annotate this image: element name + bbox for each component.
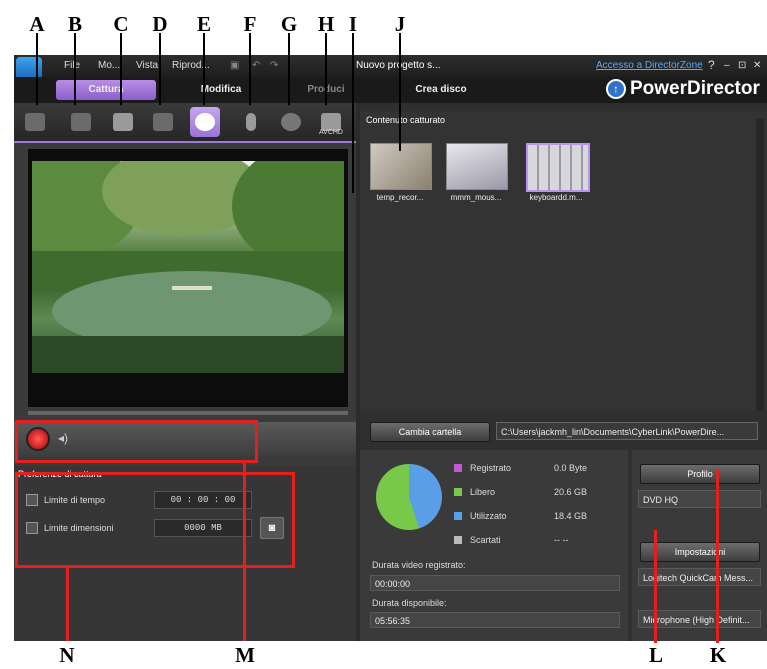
save-icon[interactable]: ▣ bbox=[230, 60, 239, 71]
change-folder-button[interactable]: Cambia cartella bbox=[370, 422, 490, 442]
dv-camcorder-icon bbox=[25, 113, 45, 131]
help-button[interactable]: ? bbox=[708, 58, 715, 72]
dv-camcorder-button[interactable] bbox=[20, 107, 50, 137]
profile-button[interactable]: Profilo bbox=[640, 464, 760, 484]
legend-recorded-value: 0.0 Byte bbox=[554, 463, 588, 473]
legend-used-label: Utilizzato bbox=[470, 511, 507, 521]
profile-value[interactable]: DVD HQ bbox=[638, 490, 761, 508]
callout-line-i bbox=[352, 33, 354, 193]
recorded-duration-label: Durata video registrato: bbox=[372, 560, 466, 570]
callout-line-n bbox=[66, 566, 69, 641]
callout-line-d bbox=[159, 33, 161, 105]
callout-line-g bbox=[288, 33, 290, 105]
legend-used-value: 18.4 GB bbox=[554, 511, 588, 521]
legend-free-label: Libero bbox=[470, 487, 496, 497]
available-duration-label: Durata disponibile: bbox=[372, 598, 447, 608]
captured-content-title: Contenuto catturato bbox=[366, 115, 446, 125]
menu-bar: File Mo... Vista Riprod... ▣ ↶ ↷ Nuovo p… bbox=[14, 55, 767, 77]
tv-capture-button[interactable] bbox=[108, 107, 138, 137]
cd-icon bbox=[281, 113, 301, 131]
webcam-icon bbox=[195, 113, 215, 131]
callout-line-h bbox=[325, 33, 327, 105]
thumbnail-mouse[interactable] bbox=[446, 143, 508, 190]
avchd-label: AVCHD bbox=[319, 129, 343, 136]
callout-line-k bbox=[716, 470, 719, 643]
highlight-box-m bbox=[15, 420, 258, 463]
settings-button[interactable]: Impostazioni bbox=[640, 542, 760, 562]
callout-line-c bbox=[120, 33, 122, 105]
minimize-button[interactable]: – bbox=[724, 60, 730, 71]
undo-icon[interactable]: ↶ bbox=[252, 60, 260, 71]
callout-k: K bbox=[709, 643, 727, 667]
callout-line-a bbox=[36, 33, 38, 105]
close-button[interactable]: ✕ bbox=[753, 60, 761, 71]
webcam-video-preview bbox=[32, 161, 344, 373]
hdv-camcorder-button[interactable] bbox=[66, 107, 96, 137]
legend-discarded-label: Scartati bbox=[470, 535, 501, 545]
directorzone-login-link[interactable]: Accesso a DirectorZone bbox=[596, 60, 703, 71]
callout-line-j bbox=[399, 33, 401, 151]
tab-capture[interactable]: Cattura bbox=[56, 80, 156, 100]
disk-space-stats: Registrato 0.0 Byte Libero 20.6 GB Utili… bbox=[360, 450, 628, 641]
capture-right-panel: Contenuto catturato temp_recor... mmm_mo… bbox=[360, 103, 767, 641]
callout-line-b bbox=[74, 33, 76, 105]
captured-content-library: Contenuto catturato temp_recor... mmm_mo… bbox=[360, 111, 767, 411]
cd-audio-button[interactable] bbox=[276, 107, 306, 137]
callout-line-f bbox=[249, 33, 251, 105]
callout-l: L bbox=[648, 643, 663, 667]
tv-capture-icon bbox=[113, 113, 133, 131]
legend-recorded-swatch bbox=[454, 464, 462, 472]
restore-button[interactable]: ⊡ bbox=[738, 60, 746, 71]
menu-file[interactable]: File bbox=[64, 60, 80, 71]
webcam-button[interactable] bbox=[190, 107, 220, 137]
capture-folder-path[interactable]: C:\Users\jackmh_lin\Documents\CyberLink\… bbox=[496, 422, 758, 440]
callout-m: M bbox=[235, 643, 255, 667]
content-scrollbar[interactable] bbox=[756, 119, 764, 411]
legend-recorded-label: Registrato bbox=[470, 463, 512, 473]
main-tabs: Cattura Modifica Produci Crea disco ↑ Po… bbox=[14, 77, 767, 103]
capture-preview-window bbox=[28, 149, 348, 407]
available-duration-value: 05:56:35 bbox=[370, 612, 620, 628]
thumbnail-keyboard[interactable] bbox=[526, 143, 590, 192]
legend-free-swatch bbox=[454, 488, 462, 496]
capture-source-toolbar: AVCHD bbox=[14, 103, 356, 143]
legend-used-swatch bbox=[454, 512, 462, 520]
callout-line-l bbox=[654, 530, 657, 643]
legend-discarded-swatch bbox=[454, 536, 462, 544]
tab-edit[interactable]: Modifica bbox=[186, 80, 256, 100]
digital-tv-button[interactable] bbox=[148, 107, 178, 137]
menu-view[interactable]: Vista bbox=[136, 60, 158, 71]
legend-discarded-value: -- -- bbox=[554, 535, 569, 545]
callout-line-m bbox=[243, 461, 246, 641]
legend-free-value: 20.6 GB bbox=[554, 487, 588, 497]
redo-icon[interactable]: ↷ bbox=[270, 60, 278, 71]
highlight-box-n bbox=[15, 472, 295, 568]
microphone-button[interactable] bbox=[236, 107, 266, 137]
upgrade-arrow-icon[interactable]: ↑ bbox=[606, 79, 626, 99]
callout-line-e bbox=[203, 33, 205, 105]
thumbnail-label-keyboard: keyboardd.m... bbox=[529, 193, 583, 202]
brand-name: PowerDirector bbox=[630, 78, 760, 99]
menu-mode[interactable]: Mo... bbox=[98, 60, 120, 71]
thumbnail-label-mouse: mmm_mous... bbox=[450, 193, 502, 202]
hdv-camcorder-icon bbox=[71, 113, 91, 131]
callout-n: N bbox=[59, 643, 75, 667]
avchd-camcorder-button[interactable]: AVCHD bbox=[316, 107, 346, 137]
thumbnail-label-temp-recording: temp_recor... bbox=[376, 193, 424, 202]
microphone-icon bbox=[246, 113, 256, 131]
digital-tv-icon bbox=[153, 113, 173, 131]
thumbnail-temp-recording[interactable] bbox=[370, 143, 432, 190]
tab-create-disc[interactable]: Crea disco bbox=[396, 80, 486, 100]
disk-usage-pie-chart bbox=[376, 464, 442, 530]
recorded-duration-value: 00:00:00 bbox=[370, 575, 620, 591]
profile-settings-panel: Profilo DVD HQ Impostazioni Logitech Qui… bbox=[632, 450, 767, 641]
preview-progress-bar[interactable] bbox=[28, 411, 348, 415]
